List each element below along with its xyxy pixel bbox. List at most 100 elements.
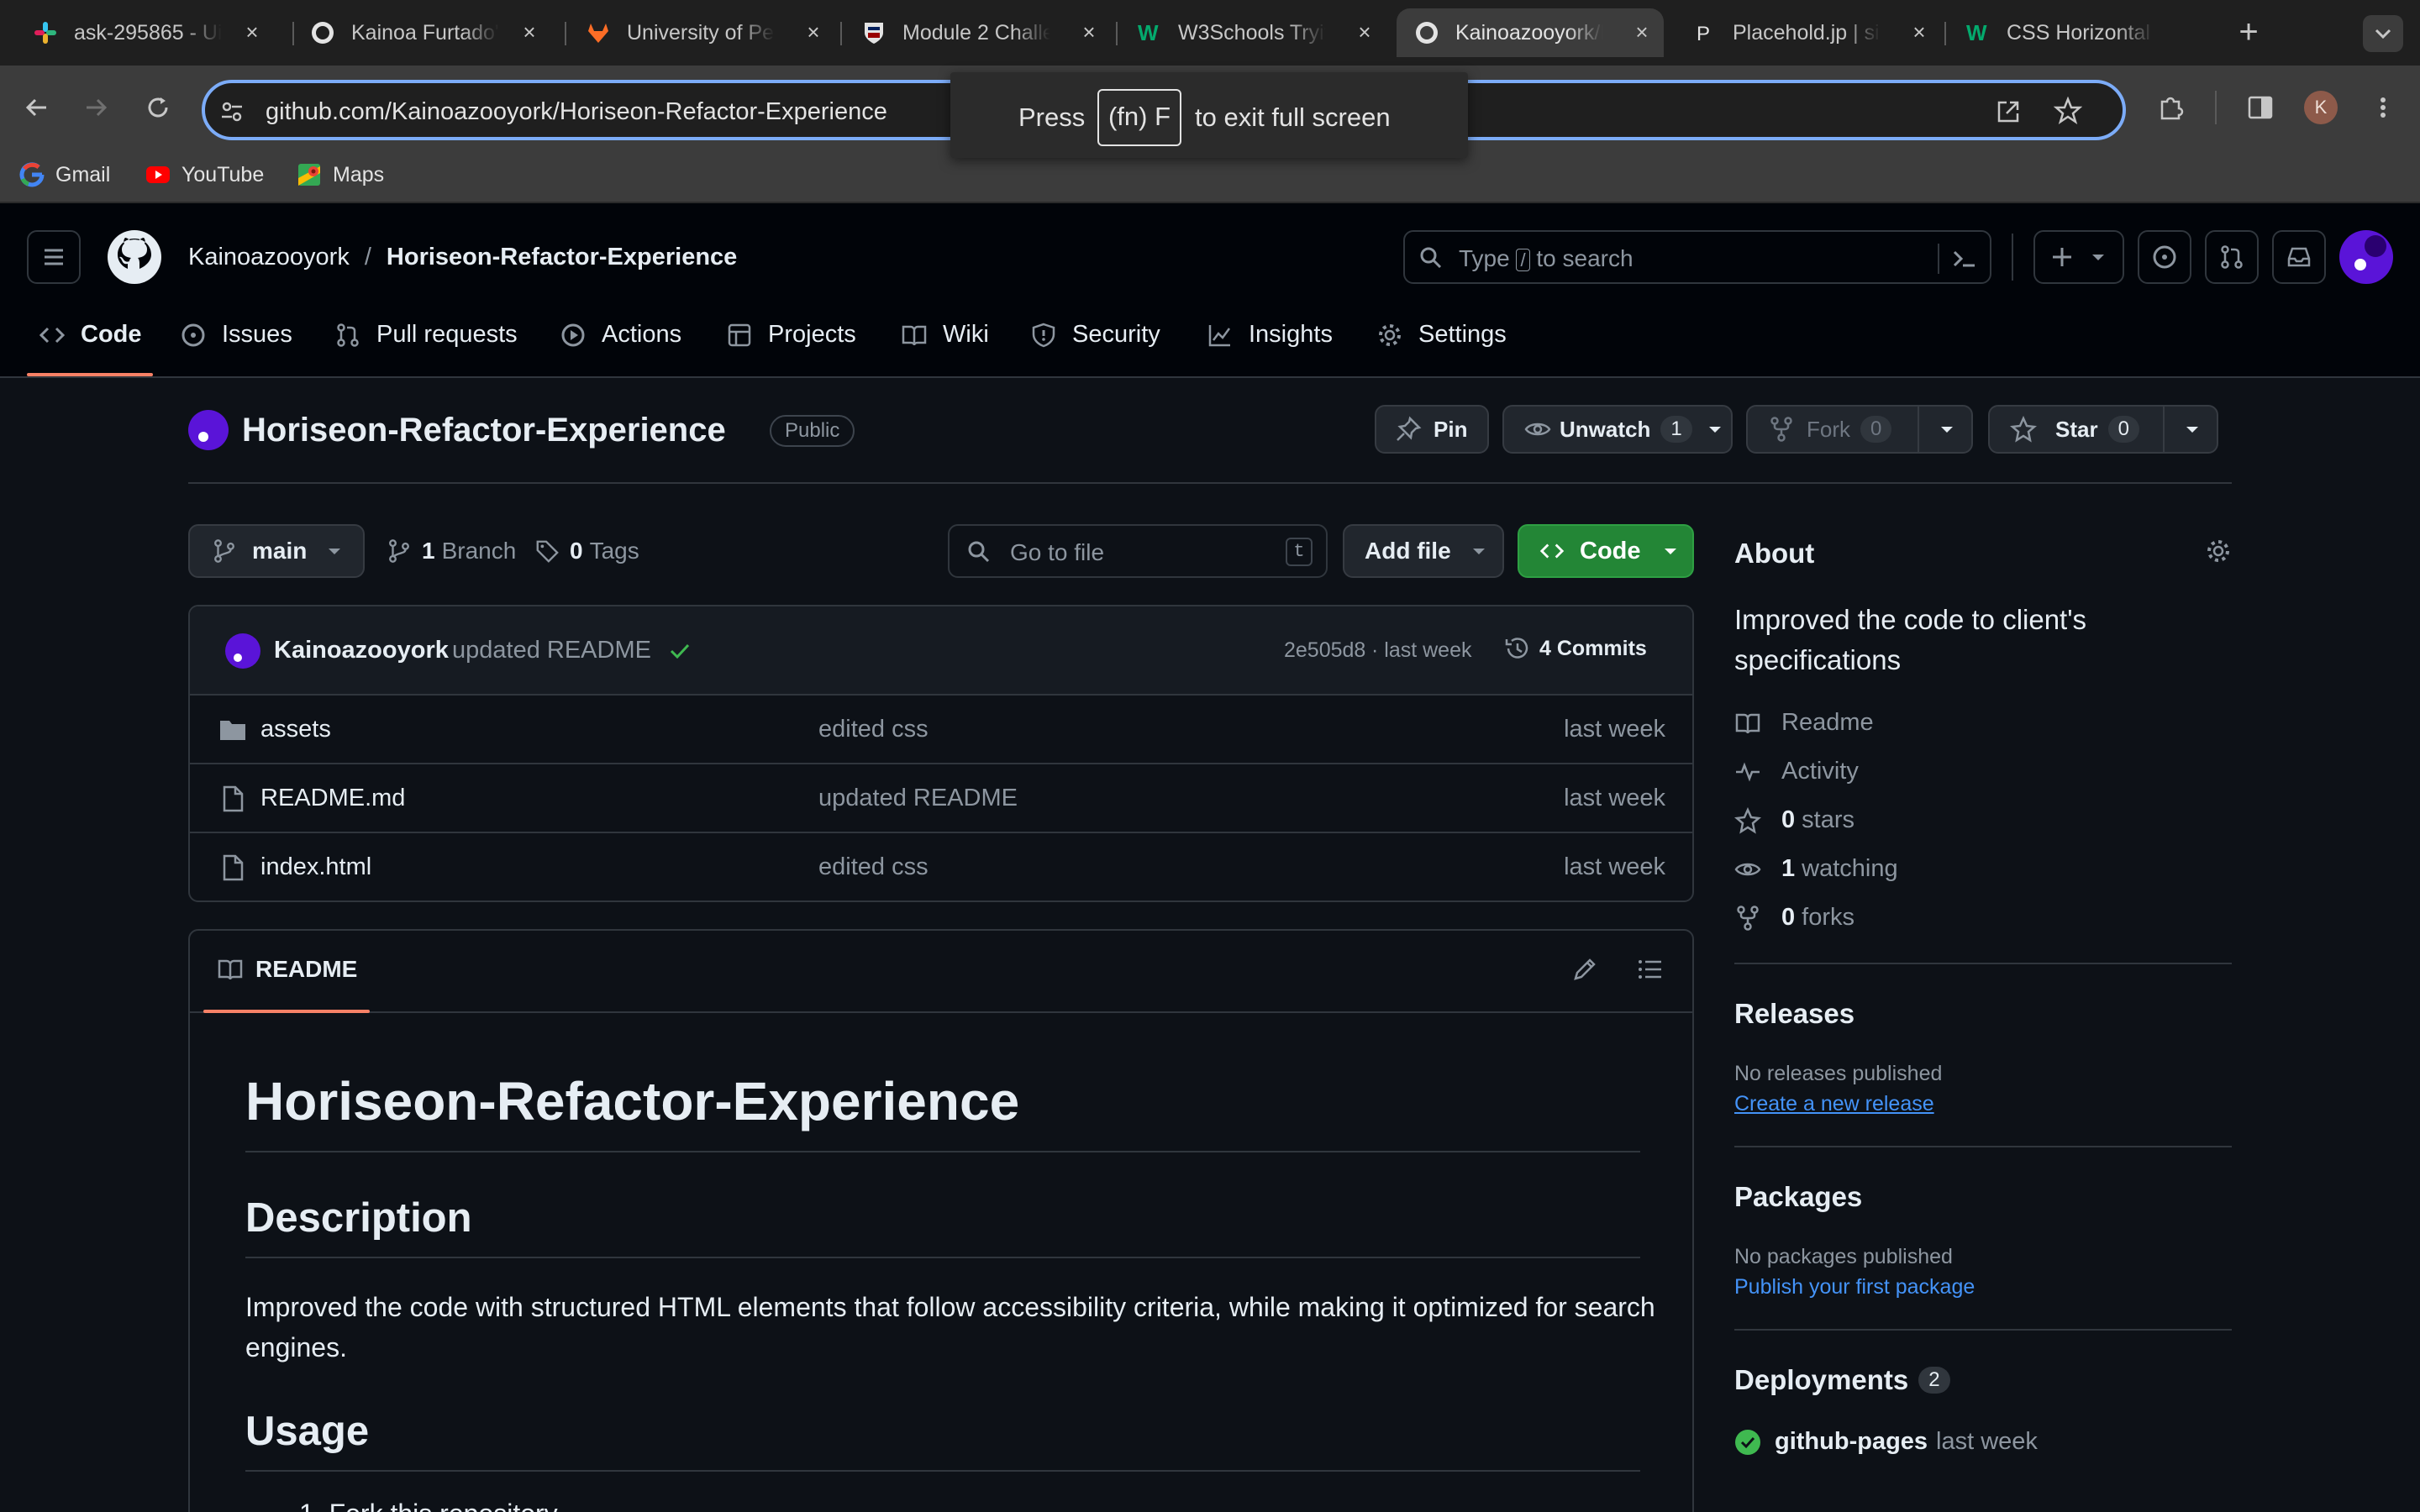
commit-sha[interactable]: 2e505d8 (1284, 638, 1365, 663)
browser-tab[interactable]: W W3Schools Tryit × (1119, 8, 1386, 57)
file-row[interactable]: README.md updated README last week (190, 764, 1692, 833)
about-activity-link[interactable]: Activity (1734, 758, 1859, 785)
packages-heading[interactable]: Packages (1734, 1181, 1862, 1213)
tab-title: CSS Horizontal N (2007, 20, 2154, 45)
tab-security[interactable]: Security (1030, 321, 1160, 349)
close-tab-icon[interactable]: × (519, 21, 539, 43)
repo-title[interactable]: Horiseon-Refactor-Experience (242, 412, 726, 449)
go-to-file-input[interactable]: Go to file t (948, 524, 1328, 578)
create-new-button[interactable] (2033, 230, 2124, 284)
close-tab-icon[interactable]: × (1079, 21, 1099, 43)
browser-tab[interactable]: P Placehold.jp | si × (1674, 8, 1941, 57)
file-commit-message[interactable]: updated README (818, 785, 1018, 812)
pull-requests-button[interactable] (2205, 230, 2259, 284)
file-row[interactable]: assets edited css last week (190, 696, 1692, 764)
add-file-button[interactable]: Add file (1343, 524, 1504, 578)
readme-tab[interactable]: README (217, 956, 357, 983)
browser-tab[interactable]: W CSS Horizontal N (1948, 8, 2215, 57)
commit-author-avatar[interactable] (225, 633, 260, 669)
command-palette-icon (1953, 250, 1975, 267)
url-text[interactable]: github.com/Kainoazooyork/Horiseon-Refact… (266, 98, 887, 126)
gear-icon[interactable] (2205, 538, 2232, 564)
deployments-heading[interactable]: Deployments (1734, 1364, 1908, 1396)
browser-menu-button[interactable] (2365, 89, 2402, 126)
forward-button[interactable] (77, 89, 114, 126)
about-watching-link[interactable]: 1 watching (1734, 855, 1898, 883)
file-name[interactable]: assets (260, 716, 331, 743)
placehold-icon: P (1691, 19, 1718, 46)
fork-button[interactable]: Fork 0 (1746, 405, 1973, 454)
history-icon (1505, 638, 1528, 659)
bookmark-gmail[interactable]: Gmail (18, 161, 110, 188)
about-readme-link[interactable]: Readme (1734, 709, 1874, 737)
releases-heading[interactable]: Releases (1734, 998, 1854, 1030)
browser-tab-active[interactable]: Kainoazooyork/H × (1397, 8, 1664, 57)
inbox-button[interactable] (2272, 230, 2326, 284)
commits-link[interactable]: 4 Commits (1504, 635, 1647, 662)
breadcrumb-owner[interactable]: Kainoazooyork (188, 244, 350, 271)
profile-avatar[interactable]: K (2304, 91, 2338, 124)
tab-insights[interactable]: Insights (1207, 321, 1333, 349)
star-count: 0 (2107, 416, 2139, 443)
tab-actions[interactable]: Actions (560, 321, 681, 349)
deployment-name[interactable]: github-pages (1775, 1428, 1928, 1456)
bookmark-label: YouTube (182, 162, 265, 186)
issues-button[interactable] (2138, 230, 2191, 284)
branch-selector[interactable]: main (188, 524, 365, 578)
browser-tab[interactable]: ask-295865 - Ui × (15, 8, 274, 57)
active-tab-underline (27, 373, 153, 376)
file-name[interactable]: index.html (260, 853, 371, 881)
tab-projects[interactable]: Projects (726, 321, 856, 349)
tab-code[interactable]: Code (39, 321, 142, 349)
browser-tab[interactable]: Kainoa Furtado's × (292, 8, 551, 57)
file-row[interactable]: index.html edited css last week (190, 833, 1692, 900)
extensions-button[interactable] (2153, 89, 2190, 126)
file-commit-message[interactable]: edited css (818, 716, 929, 743)
deployments-heading-row[interactable]: Deployments 2 (1734, 1364, 1950, 1396)
publish-package-link[interactable]: Publish your first package (1734, 1275, 1975, 1299)
close-tab-icon[interactable]: × (1632, 21, 1652, 43)
tab-settings[interactable]: Settings (1376, 321, 1507, 349)
side-panel-button[interactable] (2242, 89, 2279, 126)
reload-button[interactable] (139, 89, 176, 126)
tab-issues[interactable]: Issues (180, 321, 292, 349)
commit-author[interactable]: Kainoazooyork (274, 637, 449, 664)
site-settings-icon (222, 102, 242, 122)
pin-button[interactable]: Pin (1375, 405, 1489, 454)
file-commit-message[interactable]: edited css (818, 853, 929, 881)
github-logo-icon[interactable] (106, 228, 163, 286)
watch-button[interactable]: Unwatch 1 (1502, 405, 1733, 454)
browser-tab[interactable]: Module 2 Challen × (844, 8, 1111, 57)
global-menu-button[interactable] (27, 230, 81, 284)
about-forks-link[interactable]: 0 forks (1734, 904, 1854, 932)
commit-message[interactable]: updated README (452, 637, 651, 664)
tags-link[interactable]: 0 Tags (534, 538, 639, 564)
bookmark-youtube[interactable]: YouTube (145, 161, 264, 188)
branches-link[interactable]: 1 Branch (387, 538, 516, 564)
browser-tab[interactable]: University of Pen × (568, 8, 835, 57)
tab-wiki[interactable]: Wiki (901, 321, 989, 349)
about-stars-link[interactable]: 0 stars (1734, 806, 1854, 834)
close-tab-icon[interactable]: × (1355, 21, 1375, 43)
user-avatar[interactable] (2339, 230, 2393, 284)
close-tab-icon[interactable]: × (1909, 21, 1929, 43)
repo-owner-avatar[interactable] (188, 410, 229, 450)
file-name[interactable]: README.md (260, 785, 405, 812)
readme-panel: README Horiseon-Refactor-Experience Desc… (188, 929, 1694, 1512)
search-input[interactable]: Type / to search (1403, 230, 1991, 284)
tab-pull-requests[interactable]: Pull requests (334, 321, 518, 349)
tab-search-button[interactable] (2363, 15, 2403, 52)
bookmark-maps[interactable]: Maps (296, 161, 384, 188)
pencil-icon[interactable] (1571, 956, 1598, 983)
star-button[interactable]: Star 0 (1988, 405, 2218, 454)
list-unordered-icon[interactable] (1637, 956, 1664, 983)
new-tab-button[interactable]: + (2232, 15, 2265, 50)
svg-text:W: W (1966, 20, 1987, 45)
create-release-link[interactable]: Create a new release (1734, 1092, 1934, 1116)
close-tab-icon[interactable]: × (803, 21, 823, 43)
code-button[interactable]: Code (1518, 524, 1694, 578)
deployment-item[interactable]: github-pages last week (1734, 1428, 2038, 1456)
close-tab-icon[interactable]: × (242, 21, 262, 43)
back-button[interactable] (18, 89, 55, 126)
breadcrumb-repo[interactable]: Horiseon-Refactor-Experience (387, 244, 737, 271)
